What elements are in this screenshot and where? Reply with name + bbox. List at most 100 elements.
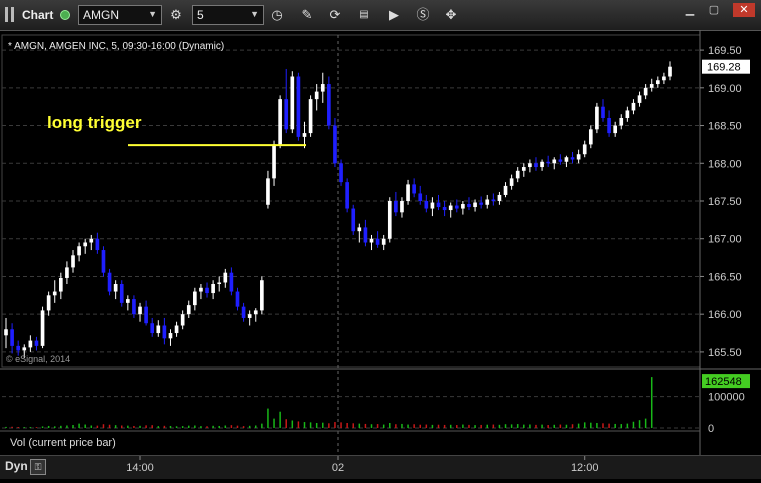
candle-body	[58, 277, 63, 292]
candle-body	[16, 345, 21, 351]
last-price-value: 169.28	[707, 62, 741, 74]
candle-body	[278, 99, 282, 145]
pencil-draw-icon[interactable]: ✎	[298, 6, 316, 24]
chevron-down-icon[interactable]: ▼	[148, 9, 157, 19]
candle-body	[52, 291, 57, 296]
candle-body	[168, 333, 173, 339]
price-tick-label: 167.00	[708, 234, 742, 246]
candle-body	[662, 76, 666, 81]
candle-body	[552, 159, 557, 164]
price-chart[interactable]: 165.50 166.00 166.50 167.00 167.50 168.00 168.…	[0, 30, 761, 478]
candle-body	[205, 287, 209, 294]
candle-body	[156, 325, 161, 334]
watermark: © eSignal, 2014	[6, 354, 70, 364]
time-tick-label: 12:00	[571, 462, 599, 474]
price-tick-label: 169.00	[708, 83, 742, 95]
interval-value: 5	[197, 8, 204, 22]
candle-body	[442, 207, 447, 211]
candle-body	[10, 329, 14, 346]
candle-body	[40, 310, 45, 346]
candle-body	[613, 125, 618, 134]
clock-icon[interactable]: ◷	[268, 6, 286, 24]
candle-body	[363, 227, 368, 243]
symbol-value: AMGN	[83, 8, 119, 22]
candle-body	[576, 154, 581, 160]
chevron-down-icon[interactable]: ▼	[250, 9, 259, 19]
candle-body	[436, 202, 441, 208]
candle-body	[345, 182, 349, 209]
close-button[interactable]: ✕	[733, 3, 755, 17]
candle-body	[223, 272, 228, 283]
price-tick-label: 168.00	[708, 158, 742, 170]
candle-body	[515, 170, 520, 179]
candle-body	[284, 99, 289, 130]
candle-body	[668, 66, 672, 77]
symbol-selector[interactable]: AMGN ▼	[78, 5, 162, 25]
settings-gear-icon[interactable]: ⚙	[167, 6, 185, 24]
time-axis-bar: Dyn ⚿ 14:000212:0014:0003	[0, 455, 761, 479]
play-icon[interactable]: ▶	[385, 6, 403, 24]
candle-body	[625, 110, 630, 118]
candle-body	[479, 202, 483, 205]
time-tick-label: 02	[332, 462, 344, 474]
candle-body	[601, 106, 605, 118]
candle-body	[180, 314, 185, 326]
refresh-icon[interactable]: ⟳	[326, 6, 344, 24]
candle-body	[126, 299, 130, 303]
candle-body	[296, 76, 301, 137]
price-tick-label: 168.50	[708, 121, 742, 133]
candle-body	[107, 272, 112, 292]
candle-body	[95, 238, 100, 251]
candle-body	[22, 347, 27, 351]
candle-body	[558, 159, 563, 162]
maximize-button[interactable]: ▢	[705, 3, 723, 17]
candle-body	[339, 163, 343, 183]
candle-body	[101, 250, 106, 273]
price-tick-label: 165.50	[708, 347, 742, 359]
price-tick-label: 167.50	[708, 196, 742, 208]
candle-body	[461, 204, 465, 209]
candle-body	[46, 295, 51, 311]
last-volume-value: 162548	[705, 376, 742, 388]
candle-body	[132, 299, 136, 315]
price-plot-frame	[1, 34, 701, 368]
candle-body	[570, 157, 575, 160]
tools-icon[interactable]: ✥	[442, 6, 460, 24]
price-tick-label: 169.50	[708, 45, 742, 57]
candle-body	[253, 310, 258, 315]
candle-body	[241, 306, 246, 318]
candle-body	[473, 202, 477, 208]
long-trigger-label: long trigger	[47, 113, 142, 132]
candle-body	[247, 314, 252, 318]
price-tick-label: 166.50	[708, 271, 742, 283]
interval-selector[interactable]: 5 ▼	[192, 5, 264, 25]
candle-body	[619, 118, 624, 126]
candle-body	[199, 287, 203, 292]
chart-toolbar: Chart AMGN ▼ ⚙ 5 ▼ ◷ ✎ ⟳ ▤ ▶ Ⓢ ✥ ▁ ▢ ✕	[0, 0, 761, 31]
time-axis: 14:000212:0014:0003	[126, 456, 599, 474]
candle-body	[394, 201, 398, 213]
candle-body	[119, 284, 124, 303]
candle-body	[369, 238, 374, 243]
candle-body	[406, 184, 410, 201]
candle-body	[400, 201, 404, 213]
candle-body	[333, 125, 337, 164]
candle-body	[637, 95, 642, 103]
grip-handle-icon[interactable]	[4, 7, 16, 22]
candle-body	[290, 76, 295, 130]
candle-body	[607, 118, 611, 134]
candle-body	[65, 267, 69, 278]
candle-body	[266, 178, 270, 205]
candle-body	[272, 144, 276, 179]
candle-body	[509, 178, 514, 186]
candle-body	[235, 291, 240, 307]
data-feed-icon[interactable]: ▤	[355, 6, 373, 24]
candle-body	[631, 102, 636, 111]
minimize-button[interactable]: ▁	[681, 3, 699, 17]
candle-body	[302, 133, 307, 137]
volume-panel-label: Vol (current price bar)	[10, 437, 116, 449]
study-icon[interactable]: Ⓢ	[414, 6, 432, 24]
candle-body	[503, 185, 508, 195]
candle-body	[217, 282, 222, 284]
candle-body	[582, 144, 587, 155]
